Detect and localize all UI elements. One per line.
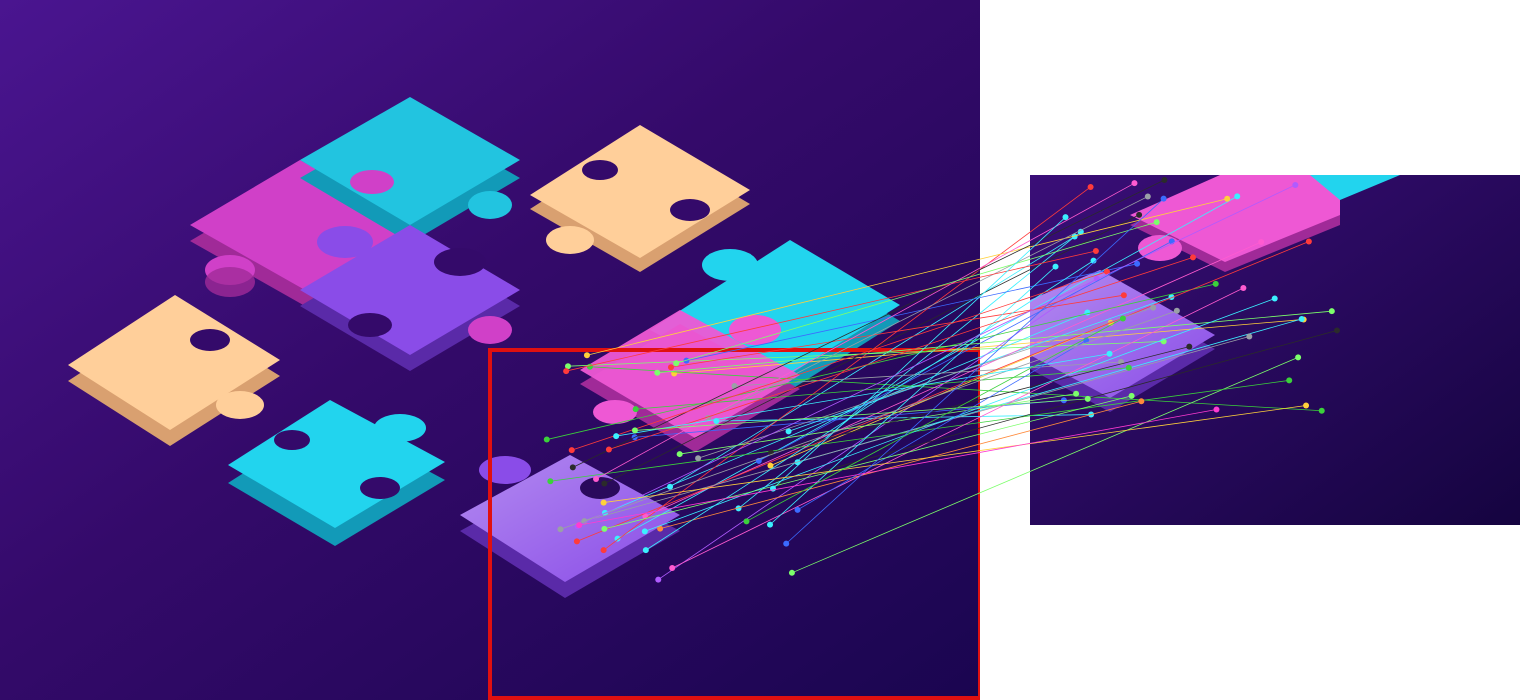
keypoint-dot: [586, 363, 593, 370]
keypoint-dot: [1189, 254, 1196, 261]
keypoint-dot: [1153, 219, 1160, 226]
keypoint-dot: [573, 538, 580, 545]
keypoint-dot: [605, 446, 612, 453]
keypoint-dot: [642, 547, 649, 554]
keypoint-dot: [600, 547, 607, 554]
keypoint-dot: [1271, 295, 1278, 302]
keypoint-dot: [1087, 183, 1094, 190]
keypoint-dot: [1328, 308, 1335, 315]
keypoint-dot: [601, 480, 608, 487]
keypoint-dot: [1303, 402, 1310, 409]
keypoint-dot: [767, 521, 774, 528]
keypoint-dot: [1258, 239, 1265, 246]
keypoint-dot: [557, 526, 564, 533]
query-image: [1030, 175, 1520, 525]
keypoint-dot: [667, 364, 674, 371]
keypoint-dot: [632, 406, 639, 413]
keypoint-dot: [1062, 214, 1069, 221]
keypoint-dot: [1305, 238, 1312, 245]
keypoint-dot: [1186, 343, 1193, 350]
keypoint-dot: [1298, 315, 1305, 322]
keypoint-dot: [613, 433, 620, 440]
keypoint-dot: [563, 368, 570, 375]
keypoint-dot: [654, 369, 661, 376]
keypoint-dot: [569, 464, 576, 471]
keypoint-dot: [1160, 195, 1167, 202]
keypoint-dot: [655, 576, 662, 583]
keypoint-dot: [1120, 292, 1127, 299]
keypoint-dot: [794, 506, 801, 513]
keypoint-dot: [543, 436, 550, 443]
keypoint-dot: [1234, 193, 1241, 200]
keypoint-dot: [1173, 307, 1180, 314]
keypoint-dot: [1134, 260, 1141, 267]
keypoint-dot: [1125, 364, 1132, 371]
keypoint-dot: [676, 451, 683, 458]
keypoint-dot: [547, 478, 554, 485]
keypoint-dot: [1224, 195, 1231, 202]
feature-matching-figure: [0, 0, 1520, 700]
keypoint-dot: [1073, 390, 1080, 397]
keypoint-dot: [631, 427, 638, 434]
separator-gap: [980, 0, 1030, 700]
keypoint-dot: [1131, 180, 1138, 187]
keypoint-dot: [1092, 247, 1099, 254]
keypoint-dot: [1150, 304, 1157, 311]
keypoint-dot: [576, 522, 583, 529]
keypoint-dot: [673, 360, 680, 367]
keypoint-dot: [1295, 354, 1302, 361]
keypoint-dot: [1240, 285, 1247, 292]
keypoint-dot: [1084, 395, 1091, 402]
keypoint-dot: [1212, 280, 1219, 287]
keypoint-dot: [1318, 407, 1325, 414]
keypoint-dot: [669, 565, 676, 572]
keypoint-dot: [783, 540, 790, 547]
keypoint-dot: [583, 352, 590, 359]
keypoint-dot: [695, 455, 702, 462]
keypoint-dot: [1161, 177, 1168, 184]
keypoint-dot: [641, 528, 648, 535]
keypoint-dot: [1106, 350, 1113, 357]
keypoint-dot: [1286, 377, 1293, 384]
keypoint-dot: [1144, 193, 1151, 200]
keypoint-dot: [743, 518, 750, 525]
keypoint-dot: [600, 499, 607, 506]
keypoint-dot: [1213, 406, 1220, 413]
keypoint-dot: [601, 525, 608, 532]
keypoint-dot: [1119, 315, 1126, 322]
keypoint-dot: [1246, 333, 1253, 340]
keypoint-dot: [1128, 392, 1135, 399]
keypoint-dot: [1136, 211, 1143, 218]
keypoint-dot: [788, 569, 795, 576]
keypoint-dot: [1138, 398, 1145, 405]
keypoint-dot: [1292, 181, 1299, 188]
source-image: [0, 0, 982, 700]
keypoint-dot: [568, 447, 575, 454]
keypoint-dot: [593, 476, 600, 483]
keypoint-dot: [1333, 327, 1340, 334]
keypoint-dot: [1052, 263, 1059, 270]
